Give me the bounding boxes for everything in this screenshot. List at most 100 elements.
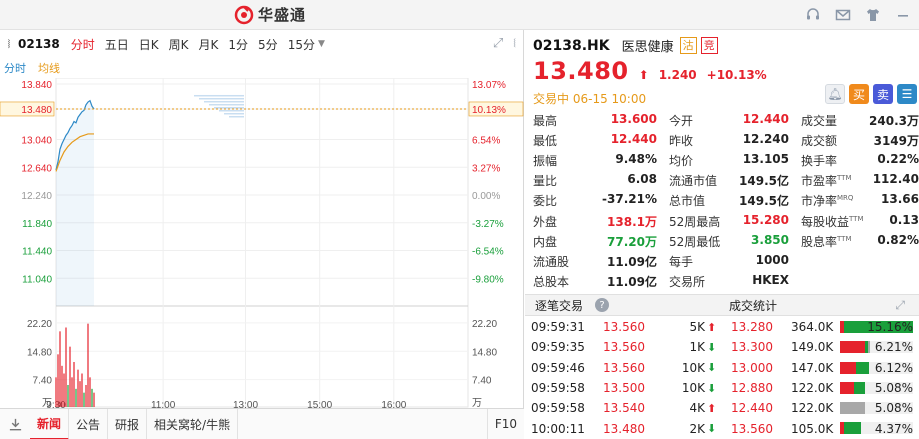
period-tab-2[interactable]: 日K bbox=[134, 36, 164, 53]
quote-row: 内盘 77.20万 52周最低 3.850 股息率TTM 0.82% bbox=[525, 231, 919, 251]
sell-button[interactable]: 卖 bbox=[873, 84, 893, 104]
quote-label: 市净率MRQ bbox=[801, 194, 854, 209]
quote-label: 最高 bbox=[533, 113, 558, 128]
volume-bar bbox=[71, 377, 73, 407]
more-menu-icon[interactable]: ☰ bbox=[897, 84, 917, 104]
quote-value: 15.280 bbox=[742, 212, 789, 227]
stat-price: 13.280 bbox=[731, 320, 773, 335]
price-tick-label: 13.040 bbox=[21, 136, 52, 147]
chart-legend: 分时 均线 bbox=[4, 60, 60, 76]
quote-cell: 52周最高 15.280 bbox=[661, 213, 793, 230]
quote-value: 6.08 bbox=[627, 172, 657, 187]
bottom-tab-warrants[interactable]: 相关窝轮/牛熊 bbox=[147, 408, 239, 439]
period-tab-4[interactable]: 月K bbox=[194, 36, 224, 53]
trade-volume: 1K bbox=[689, 340, 705, 355]
quote-cell: 成交额 3149万 bbox=[793, 132, 919, 149]
quote-cell: 最低 12.440 bbox=[525, 132, 661, 149]
brand-logo-icon bbox=[234, 5, 254, 24]
arrow-down-icon: ⬇ bbox=[707, 340, 717, 354]
trade-price: 13.560 bbox=[603, 360, 645, 375]
quote-label-suffix: TTM bbox=[837, 234, 852, 243]
s-vol stat-volume: 105.0K bbox=[791, 421, 834, 436]
volume-bar bbox=[91, 388, 93, 407]
bottom-tab-news[interactable]: 新闻 bbox=[30, 408, 70, 439]
quote-cell: 市盈率TTM 112.40 bbox=[793, 172, 919, 189]
quote-label: 成交量 bbox=[801, 113, 838, 128]
quote-label: 总股本 bbox=[533, 275, 570, 290]
fullscreen-icon[interactable]: ⤢ bbox=[493, 36, 503, 51]
arrow-down-icon: ⬇ bbox=[707, 422, 717, 436]
volume-tick-label: 22.20 bbox=[27, 319, 52, 330]
alert-bell-icon[interactable]: 🔔︎ bbox=[825, 84, 845, 104]
stat-percent: 5.08% bbox=[874, 381, 913, 396]
quote-cell: 总股本 11.09亿 bbox=[525, 273, 661, 290]
current-pct-tag-label: 10.13% bbox=[472, 105, 506, 116]
stock-name: 医思健康 bbox=[621, 40, 674, 55]
stat-share-segment-red bbox=[840, 361, 857, 374]
period-dropdown[interactable]: 15分 ▼ bbox=[283, 36, 330, 53]
stats-title: 成交统计 bbox=[729, 298, 778, 313]
period-tab-6[interactable]: 5分 bbox=[253, 36, 283, 53]
quote-value: 11.09亿 bbox=[607, 254, 657, 269]
period-tab-5[interactable]: 1分 bbox=[223, 36, 253, 53]
quote-datetime: 06-15 10:00 bbox=[572, 92, 647, 106]
bottom-tab-announcements[interactable]: 公告 bbox=[69, 408, 109, 439]
collapse-panel-icon[interactable]: ⧘ bbox=[0, 30, 18, 58]
headset-icon[interactable] bbox=[803, 5, 823, 25]
quote-value: 13.66 bbox=[881, 192, 919, 207]
volume-tick-label: 万 bbox=[42, 398, 52, 408]
quote-label: 交易所 bbox=[669, 275, 706, 290]
price-tick-label: 12.240 bbox=[21, 191, 52, 202]
stat-price: 13.000 bbox=[731, 360, 773, 375]
panel-expand-icon[interactable]: ⧙ bbox=[513, 36, 516, 51]
shirt-icon[interactable] bbox=[863, 5, 883, 25]
minimize-icon[interactable] bbox=[893, 5, 913, 25]
volume-bar bbox=[89, 377, 91, 407]
volume-tick-label-right: 7.40 bbox=[472, 376, 492, 387]
quote-row: 总股本 11.09亿 交易所 HKEX bbox=[525, 272, 919, 292]
trade-row: 10:00:11 13.480 2K ⬇ 13.560 105.0K 4.37% bbox=[525, 418, 919, 438]
price-tick-label: 11.040 bbox=[22, 274, 52, 285]
quote-row: 最低 12.440 昨收 12.240 成交额 3149万 bbox=[525, 130, 919, 150]
quote-cell: 均价 13.105 bbox=[661, 152, 793, 169]
stat-percent: 5.08% bbox=[874, 401, 913, 416]
volume-tick-label: 14.80 bbox=[27, 347, 52, 358]
period-tab-3[interactable]: 周K bbox=[164, 36, 194, 53]
trade-volume: 4K bbox=[689, 401, 705, 416]
quote-value: 9.48% bbox=[615, 151, 657, 166]
intraday-chart[interactable]: 13.840 13.07% 13.480 10.13% 13.040 6.54% 12.64… bbox=[0, 78, 524, 408]
stat-percent: 6.21% bbox=[874, 340, 913, 355]
price-area bbox=[56, 100, 94, 307]
quote-row: 量比 6.08 流通市值 149.5亿 市盈率TTM 112.40 bbox=[525, 171, 919, 191]
volume-bar bbox=[75, 388, 77, 407]
quote-cell: 成交量 240.3万 bbox=[793, 112, 919, 129]
trades-title: 逐笔交易 bbox=[535, 298, 584, 313]
download-icon[interactable] bbox=[0, 417, 30, 432]
trades-list[interactable]: 09:59:31 13.560 5K ⬆ 13.280 364.0K 15.16% 09:59… bbox=[525, 317, 919, 439]
buy-button[interactable]: 买 bbox=[849, 84, 869, 104]
stat-share-segment-red bbox=[840, 341, 866, 354]
mail-icon[interactable] bbox=[833, 5, 853, 25]
quote-cell: 换手率 0.22% bbox=[793, 152, 919, 169]
depth-stripe bbox=[194, 94, 244, 97]
stock-header: 02138.HK 医思健康 沽 竞 bbox=[533, 36, 718, 55]
quote-label: 52周最低 bbox=[669, 234, 721, 249]
s-vol stat-volume: 364.0K bbox=[791, 320, 834, 335]
quote-value: 11.09亿 bbox=[607, 275, 657, 290]
volume-bar bbox=[83, 392, 85, 407]
period-tab-0[interactable]: 分时 bbox=[66, 36, 100, 53]
intraday-chart-svg: 13.840 13.07% 13.480 10.13% 13.040 6.54% 12.64… bbox=[0, 78, 524, 408]
volume-bar bbox=[67, 385, 69, 407]
current-price-tag-label: 13.480 bbox=[21, 105, 52, 116]
time-tick-label: 15:00 bbox=[307, 400, 332, 408]
expand-icon[interactable]: ⤢ bbox=[895, 298, 905, 313]
f10-tab[interactable]: F10 bbox=[486, 408, 524, 439]
quote-cell: 52周最低 3.850 bbox=[661, 233, 793, 250]
quote-label: 振幅 bbox=[533, 153, 558, 168]
trade-row: 09:59:58 13.540 4K ⬆ 12.440 122.0K 5.08% bbox=[525, 398, 919, 418]
quote-value: 240.3万 bbox=[869, 113, 919, 128]
period-tab-1[interactable]: 五日 bbox=[100, 36, 134, 53]
quote-cell: 昨收 12.240 bbox=[661, 132, 793, 149]
bottom-tab-research[interactable]: 研报 bbox=[108, 408, 148, 439]
help-icon[interactable]: ? bbox=[595, 298, 610, 312]
